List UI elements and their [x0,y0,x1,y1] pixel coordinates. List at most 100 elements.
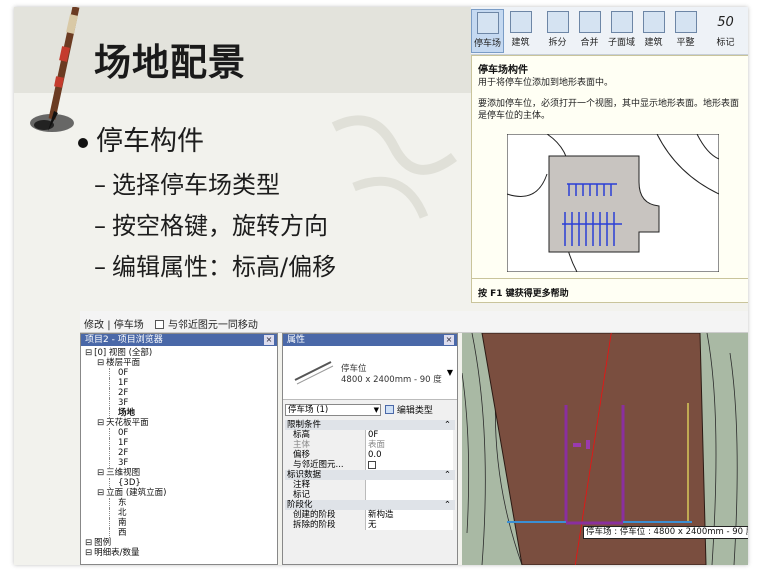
collapse-icon[interactable]: ⌃ [444,500,451,510]
tree-item-label: 0F [118,428,129,438]
tree-item[interactable]: {3D} [109,478,141,488]
tree-item-label: 西 [118,528,127,538]
tree-item[interactable]: 3F [109,398,128,408]
site-view[interactable]: 停车场 : 停车位 : 4800 x 2400mm - 90 度 [462,333,748,565]
button-label: 平整 [676,38,695,48]
tree-item[interactable]: 北 [109,508,127,518]
tree-item-label: 立面 (建筑立面) [106,488,167,498]
property-checkbox[interactable] [368,461,376,469]
label-contours-button[interactable]: 50 标记 [709,9,742,53]
tree-item[interactable]: 1F [109,438,128,448]
collapse-icon[interactable]: ⌃ [444,470,451,480]
building-button[interactable]: 建筑 [504,9,537,53]
ribbon: 停车场 建筑 拆分 合并 子面域 建筑 平整 50 标记 [471,7,748,55]
button-label: 建筑 [644,38,663,48]
property-value[interactable] [365,490,453,500]
tooltip: 停车场构件 用于将停车位添加到地形表面中。 要添加停车位，必须打开一个视图，其中… [471,55,748,303]
tree-item[interactable]: 2F [109,448,128,458]
close-icon[interactable]: × [264,335,274,345]
property-row: 标记 [285,490,455,500]
main-bullet-text: 停车构件 [96,126,204,157]
tree-item-label: 3F [118,398,129,408]
tree-item-label: 东 [118,498,127,508]
parking-icon [476,12,499,34]
tree-item-label: 1F [118,378,129,388]
tree-item[interactable]: 1F [109,378,128,388]
tree-item[interactable]: ⊟ 立面 (建筑立面) [97,488,166,498]
property-value[interactable]: 0.0 [365,450,453,460]
property-key: 拆除的阶段 [293,520,336,530]
property-row: 拆除的阶段 无 [285,520,455,530]
modify-label[interactable]: 修改 [84,320,104,331]
tree-item[interactable]: 南 [109,518,127,528]
move-with-nearby-checkbox[interactable] [154,320,164,329]
property-row: 与邻近图元... [285,460,455,470]
tree-item-label: 图例 [94,538,112,548]
tree-item[interactable]: 0F [109,428,128,438]
expand-toggle-icon[interactable]: ⊟ [85,348,92,358]
subregion-icon [610,11,633,33]
split-surface-icon [546,11,569,33]
button-label: 拆分 [548,38,567,48]
property-value[interactable] [365,460,453,470]
tree-item[interactable]: ⊟ 三维视图 [97,468,140,478]
expand-toggle-icon[interactable]: ⊟ [97,358,104,368]
hover-tooltip: 停车场 : 停车位 : 4800 x 2400mm - 90 度 [583,526,748,539]
property-key: 创建的阶段 [293,510,336,520]
separator: | [107,320,111,331]
properties-header: 属性 × [283,334,457,346]
property-key: 标记 [293,490,311,500]
property-row: 注释 [285,480,455,490]
tree-item[interactable]: 0F [109,368,128,378]
sub-bullet-text: 编辑属性：标高/偏移 [112,253,337,281]
tree-item[interactable]: 西 [109,528,127,538]
collapse-icon[interactable]: ⌃ [444,420,451,430]
tree-item[interactable]: 东 [109,498,127,508]
graded-region-button[interactable]: 平整 [669,9,702,53]
building-pad-button[interactable]: 建筑 [637,9,670,53]
merge-surface-button[interactable]: 合并 [573,9,606,53]
split-surface-button[interactable]: 拆分 [541,9,574,53]
expand-toggle-icon[interactable]: ⊟ [97,488,104,498]
tree-item[interactable]: ⊟ [0] 视图 (全部) [85,348,152,358]
tree-item[interactable]: ⊟ 天花板平面 [97,418,149,428]
tree-item[interactable]: ⊟ 明细表/数量 [85,548,140,558]
tree-item[interactable]: 场地 [109,408,135,418]
property-row: 主体 表面 [285,440,455,450]
project-browser: 项目2 - 项目浏览器 × ⊟ [0] 视图 (全部) ⊟ 楼层平面 0F 1F 2F 3F 场地… [80,333,278,565]
property-group-header[interactable]: 限制条件 ⌃ [285,420,455,430]
close-icon[interactable]: × [444,335,454,345]
type-name: 停车位 4800 x 2400mm - 90 度 [341,364,442,386]
decorative-calligraphy [314,97,474,269]
expand-toggle-icon[interactable]: ⊟ [97,418,104,428]
tree-item[interactable]: ⊟ 图例 [85,538,111,548]
instance-filter-select[interactable]: 停车场 (1) ▼ [285,404,381,416]
sub-bullet-text: 按空格键，旋转方向 [112,212,328,240]
expand-toggle-icon[interactable]: ⊟ [85,548,92,558]
property-group-header[interactable]: 标识数据 ⌃ [285,470,455,480]
tree-item-label: 三维视图 [106,468,141,478]
property-value[interactable]: 无 [365,520,453,530]
tree-item[interactable]: ⊟ 楼层平面 [97,358,140,368]
expand-toggle-icon[interactable]: ⊟ [85,538,92,548]
subregion-button[interactable]: 子面域 [605,9,638,53]
tree-item-label: 南 [118,518,127,528]
tree-item[interactable]: 3F [109,458,128,468]
family-name: 停车位 [341,364,367,374]
button-label: 标记 [716,38,735,48]
type-selector[interactable]: 停车位 4800 x 2400mm - 90 度 ▼ [283,346,457,400]
tree-item-label: 2F [118,388,129,398]
property-key: 偏移 [293,450,311,460]
property-value[interactable]: 新构造 [365,510,453,520]
dash-marker: – [94,212,106,240]
property-key: 注释 [293,480,311,490]
parking-button[interactable]: 停车场 [471,9,504,53]
property-key: 标高 [293,430,311,440]
tree-item[interactable]: 2F [109,388,128,398]
expand-toggle-icon[interactable]: ⊟ [97,468,104,478]
property-value[interactable] [365,480,453,490]
main-bullet: 停车构件 [78,119,204,158]
property-value[interactable]: 0F [365,430,453,440]
edit-type-button[interactable]: 编辑类型 [385,403,433,416]
property-group-header[interactable]: 阶段化 ⌃ [285,500,455,510]
